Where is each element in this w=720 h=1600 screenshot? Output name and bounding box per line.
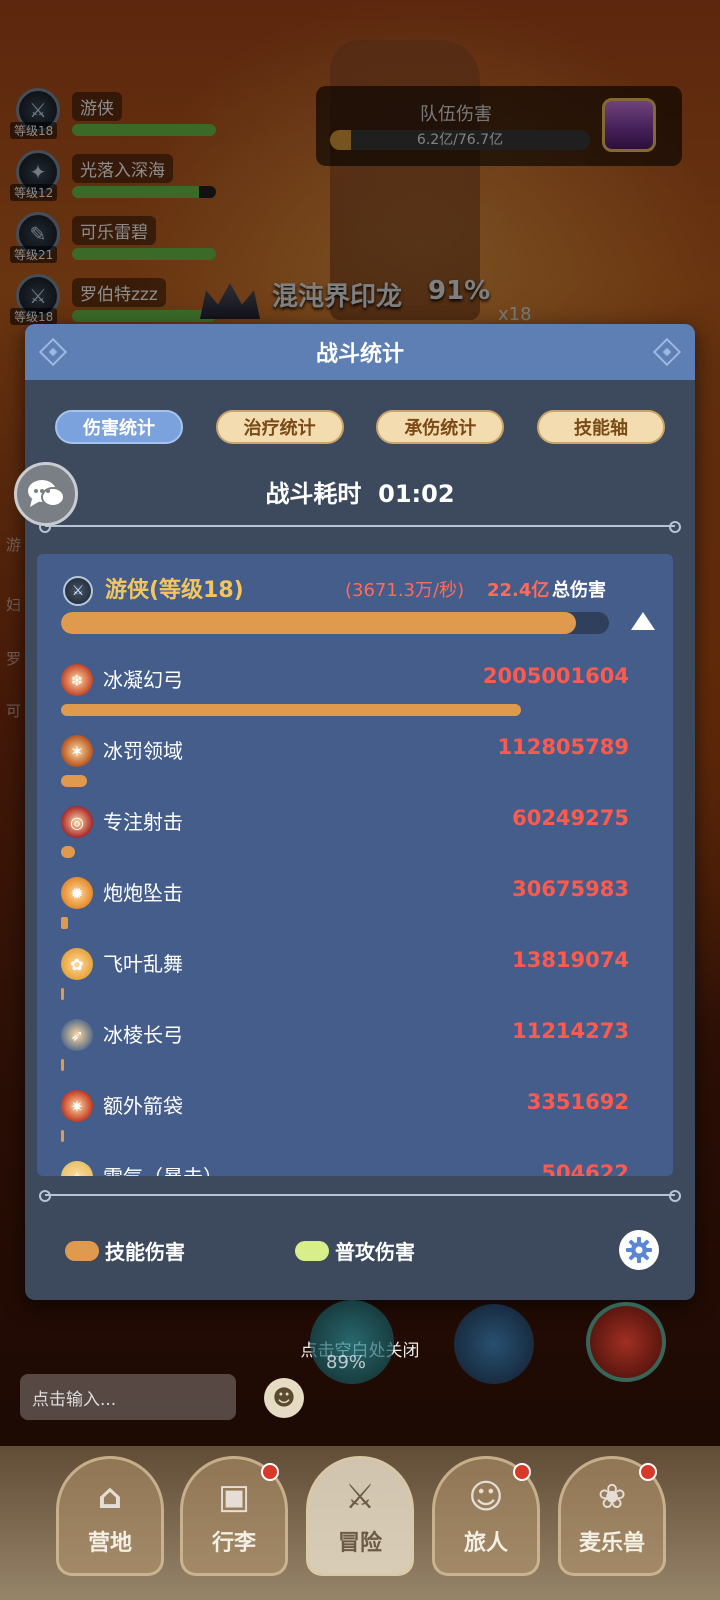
damage-breakdown-panel[interactable]: ⚔ 游侠(等级18) (3671.3万/秒) 22.4亿 总伤害 ❄ 冰凝幻弓 20… bbox=[37, 554, 673, 1176]
gear-icon bbox=[626, 1237, 652, 1263]
corner-ornament-icon bbox=[38, 337, 68, 367]
character-icon: ☺ bbox=[468, 1477, 504, 1517]
skill-row[interactable]: ✷ 额外箭袋 3351692 bbox=[37, 1086, 673, 1158]
divider bbox=[39, 1190, 681, 1202]
skill-orb[interactable] bbox=[586, 1302, 666, 1382]
thunder-skill-icon: ✧ bbox=[61, 1161, 93, 1176]
legend-swatch bbox=[295, 1240, 329, 1261]
skill-orb[interactable] bbox=[454, 1304, 534, 1384]
emoji-icon[interactable]: ☻ bbox=[264, 1378, 304, 1418]
chest-icon: ▣ bbox=[217, 1477, 251, 1517]
tab-healing-stats[interactable]: 治疗统计 bbox=[215, 410, 344, 444]
hero-total-damage-label: 总伤害 bbox=[552, 580, 606, 601]
stats-tabs: 伤害统计 治疗统计 承伤统计 技能轴 bbox=[55, 410, 665, 444]
skill-name: 冰罚领域 bbox=[103, 739, 183, 763]
hero-name: 游侠(等级18) bbox=[105, 578, 244, 603]
skill-name: 冰棱长弓 bbox=[103, 1023, 183, 1047]
tab-damage-taken-stats[interactable]: 承伤统计 bbox=[376, 410, 505, 444]
quiver-skill-icon: ✷ bbox=[61, 1090, 93, 1122]
modal-title: 战斗统计 bbox=[315, 342, 404, 367]
hero-damage-fill bbox=[61, 612, 577, 634]
nav-label: 冒险 bbox=[337, 1531, 382, 1556]
notification-badge bbox=[639, 1463, 657, 1481]
battle-duration-value: 01:02 bbox=[378, 480, 455, 508]
skill-name: 雷气（暴击） bbox=[103, 1161, 223, 1176]
battle-duration-label: 战斗耗时 bbox=[265, 480, 362, 508]
hero-damage-bar bbox=[61, 612, 609, 634]
skill-damage-value: 112805789 bbox=[497, 735, 629, 759]
legend-label: 普攻伤害 bbox=[335, 1240, 415, 1264]
skill-damage-bar bbox=[61, 1059, 64, 1071]
nav-label: 旅人 bbox=[463, 1531, 508, 1556]
skill-row[interactable]: ✶ 冰罚领域 112805789 bbox=[37, 731, 673, 803]
hero-total-damage: 22.4亿 bbox=[487, 580, 550, 601]
tab-damage-stats[interactable]: 伤害统计 bbox=[55, 410, 183, 444]
nav-adventure[interactable]: ⚔ 冒险 bbox=[306, 1456, 414, 1576]
nav-camp[interactable]: ⌂ 营地 bbox=[56, 1456, 164, 1576]
skill-row[interactable]: ➶ 冰棱长弓 11214273 bbox=[37, 1015, 673, 1087]
corner-ornament-icon bbox=[652, 337, 682, 367]
legend-label: 技能伤害 bbox=[105, 1240, 185, 1264]
skill-row[interactable]: ✿ 飞叶乱舞 13819074 bbox=[37, 944, 673, 1016]
skill-damage-value: 11214273 bbox=[512, 1019, 629, 1043]
skill-damage-bar bbox=[61, 846, 75, 858]
leaf-dance-skill-icon: ✿ bbox=[61, 948, 93, 980]
settings-button[interactable] bbox=[619, 1230, 659, 1270]
skill-damage-value: 3351692 bbox=[526, 1090, 629, 1114]
nav-label: 麦乐兽 bbox=[578, 1531, 645, 1556]
battle-duration: 战斗耗时 01:02 bbox=[25, 474, 695, 509]
skill-row[interactable]: ✹ 炮炮坠击 30675983 bbox=[37, 873, 673, 945]
skill-damage-value: 60249275 bbox=[512, 806, 629, 830]
skill-name: 炮炮坠击 bbox=[103, 881, 183, 905]
skill-name: 飞叶乱舞 bbox=[103, 952, 183, 976]
skill-damage-bar bbox=[61, 775, 87, 787]
crossed-swords-icon: ⚔ bbox=[344, 1477, 376, 1517]
skill-name: 冰凝幻弓 bbox=[103, 668, 183, 692]
skill-damage-bar bbox=[61, 917, 68, 929]
ice-bow-skill-icon: ❄ bbox=[61, 664, 93, 696]
skill-damage-bar bbox=[61, 988, 64, 1000]
skill-row[interactable]: ◎ 专注射击 60249275 bbox=[37, 802, 673, 874]
skill-damage-bar bbox=[61, 1130, 64, 1142]
bottom-navbar: ⌂ 营地 ▣ 行李 ⚔ 冒险 ☺ 旅人 ❀ 麦乐兽 bbox=[0, 1446, 720, 1600]
legend-normal-attack-damage: 普攻伤害 bbox=[295, 1236, 415, 1265]
ice-longbow-skill-icon: ➶ bbox=[61, 1019, 93, 1051]
ranger-class-icon: ⚔ bbox=[63, 576, 93, 606]
battle-stats-modal: 战斗统计 伤害统计 治疗统计 承伤统计 技能轴 战斗耗时 01:02 ⚔ 游侠(… bbox=[25, 324, 695, 1300]
nav-pets[interactable]: ❀ 麦乐兽 bbox=[558, 1456, 666, 1576]
collapse-arrow-icon[interactable] bbox=[631, 612, 655, 630]
pet-icon: ❀ bbox=[597, 1477, 627, 1517]
divider bbox=[39, 521, 681, 533]
skill-damage-value: 13819074 bbox=[512, 948, 629, 972]
nav-luggage[interactable]: ▣ 行李 bbox=[180, 1456, 288, 1576]
skill-damage-value: 504622 bbox=[541, 1161, 629, 1176]
focus-shot-skill-icon: ◎ bbox=[61, 806, 93, 838]
legend-skill-damage: 技能伤害 bbox=[65, 1236, 185, 1265]
skill-name: 专注射击 bbox=[103, 810, 183, 834]
skill-name: 额外箭袋 bbox=[103, 1094, 183, 1118]
nav-travelers[interactable]: ☺ 旅人 bbox=[432, 1456, 540, 1576]
notification-badge bbox=[513, 1463, 531, 1481]
skill-row[interactable]: ✧ 雷气（暴击） 504622 bbox=[37, 1157, 673, 1176]
legend-swatch bbox=[65, 1240, 99, 1261]
ice-domain-skill-icon: ✶ bbox=[61, 735, 93, 767]
nav-label: 行李 bbox=[211, 1531, 256, 1556]
cannon-strike-skill-icon: ✹ bbox=[61, 877, 93, 909]
chat-bubbles-icon bbox=[28, 480, 65, 507]
skill-row[interactable]: ❄ 冰凝幻弓 2005001604 bbox=[37, 660, 673, 732]
skill-damage-value: 2005001604 bbox=[482, 664, 629, 688]
nav-label: 营地 bbox=[87, 1531, 132, 1556]
skill-damage-value: 30675983 bbox=[512, 877, 629, 901]
skill-damage-bar bbox=[61, 704, 521, 716]
tab-skill-timeline[interactable]: 技能轴 bbox=[536, 410, 665, 444]
skill-orb-percent: 89% bbox=[326, 1352, 367, 1373]
notification-badge bbox=[261, 1463, 279, 1481]
chat-button[interactable] bbox=[14, 462, 78, 526]
hero-dps: (3671.3万/秒) bbox=[345, 580, 465, 601]
chat-input[interactable]: 点击输入... bbox=[20, 1374, 236, 1420]
castle-icon: ⌂ bbox=[97, 1477, 123, 1517]
modal-header: 战斗统计 bbox=[25, 324, 695, 380]
